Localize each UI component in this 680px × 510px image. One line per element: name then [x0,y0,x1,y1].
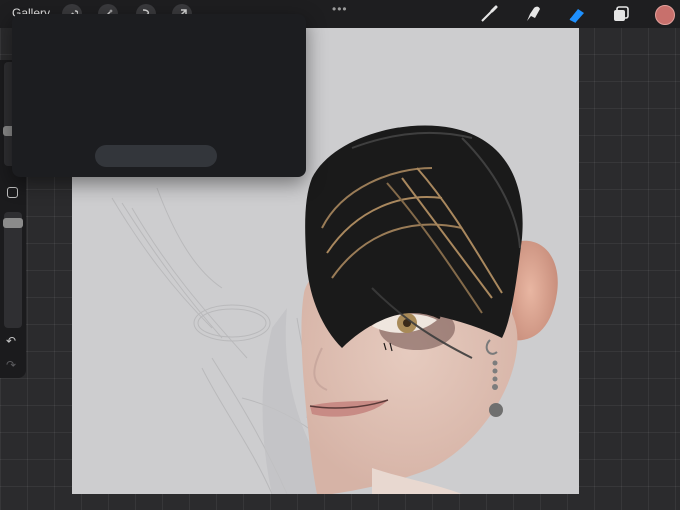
modify-button[interactable] [7,187,18,198]
popover-action-button[interactable] [95,145,217,167]
layers-icon[interactable] [610,3,632,25]
eraser-icon[interactable] [566,3,588,25]
popover-panel [12,14,306,177]
undo-icon[interactable]: ↶ [6,334,16,348]
more-options-icon[interactable]: ••• [332,2,348,16]
brush-icon[interactable] [478,3,500,25]
opacity-thumb[interactable] [3,218,23,228]
opacity-slider[interactable] [3,212,23,328]
redo-icon[interactable]: ↷ [6,358,16,372]
smudge-icon[interactable] [522,3,544,25]
color-swatch-button[interactable] [655,5,675,25]
